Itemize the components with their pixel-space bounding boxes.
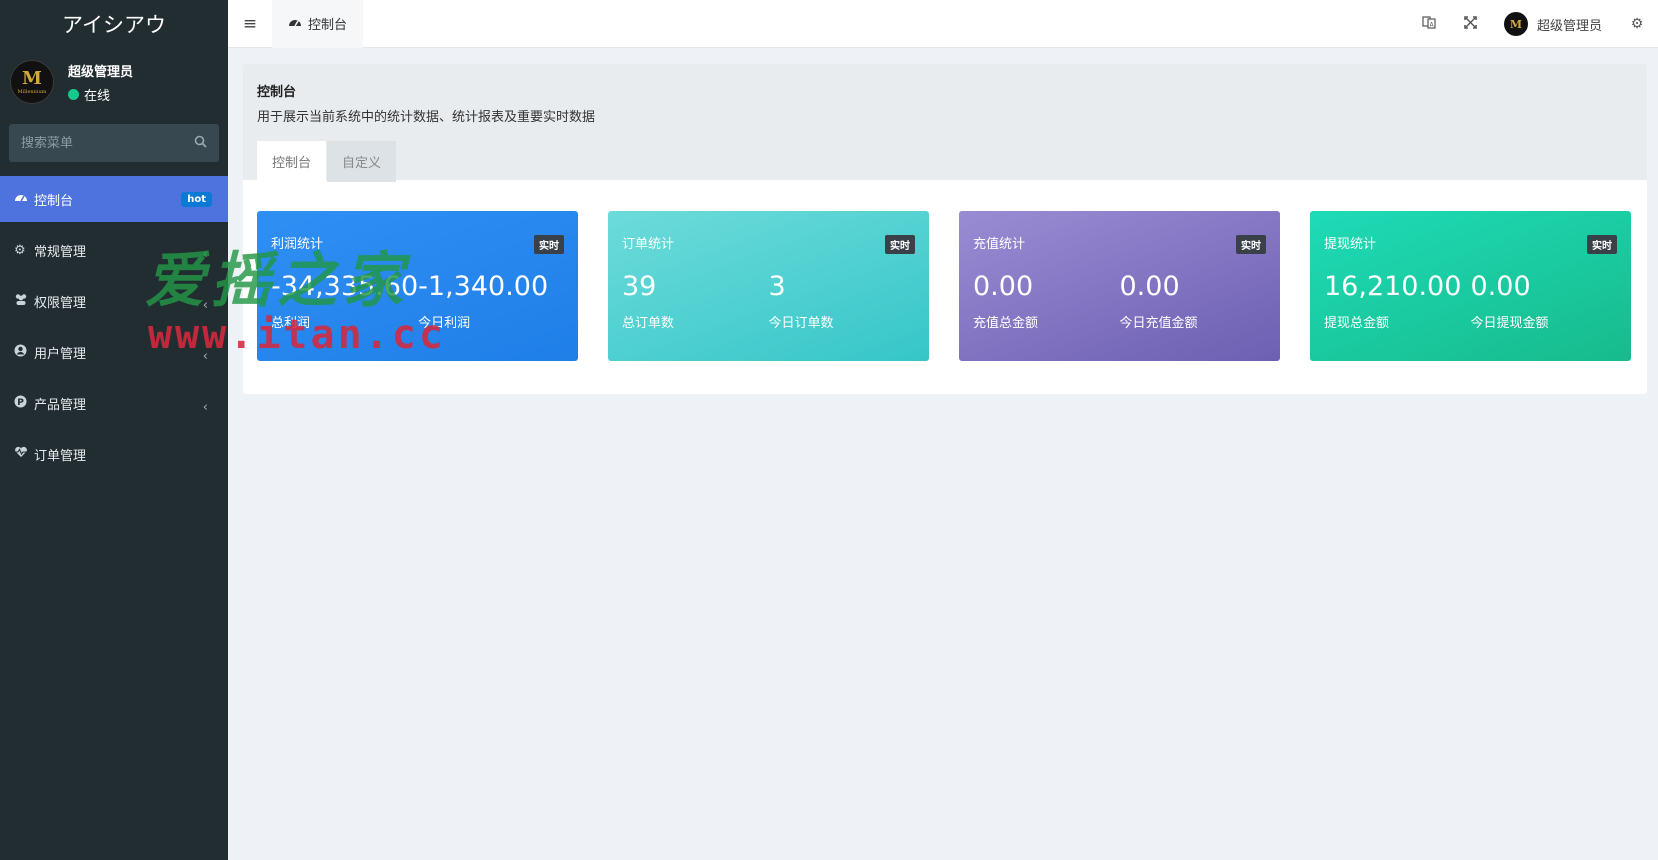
translate-icon[interactable]: A — [1408, 15, 1450, 33]
card-title: 订单统计 — [622, 237, 675, 252]
realtime-badge: 实时 — [1236, 235, 1266, 254]
sidebar: アイシアウ M Millennium 超级管理员 在线 控制台 hot ⚙ — [0, 0, 228, 860]
tab-console[interactable]: 控制台 — [257, 141, 327, 182]
page-title: 控制台 — [257, 85, 297, 100]
search-icon[interactable] — [194, 135, 207, 152]
card-value: -1,340.00 — [418, 271, 549, 302]
card-value: 0.00 — [973, 271, 1034, 302]
page-description: 用于展示当前系统中的统计数据、统计报表及重要实时数据 — [257, 110, 596, 125]
withdraw-stat-card: 提现统计 实时 16,210.00 提现总金额 0.00 今日提现金额 — [1310, 211, 1631, 361]
settings-icon[interactable]: ⚙ — [1616, 16, 1658, 32]
sidebar-item-label: 订单管理 — [34, 448, 87, 464]
top-navbar: ≡ 控制台 A M 超级管理员 ⚙ — [228, 0, 1658, 48]
realtime-badge: 实时 — [885, 235, 915, 254]
tab-label: 控制台 — [308, 18, 348, 33]
search-input[interactable] — [21, 135, 181, 151]
tab-custom[interactable]: 自定义 — [327, 141, 397, 182]
main-content: 控制台 用于展示当前系统中的统计数据、统计报表及重要实时数据 控制台 自定义 利… — [243, 64, 1647, 394]
svg-text:P: P — [17, 397, 24, 407]
realtime-badge: 实时 — [1587, 235, 1617, 254]
panel-header: 控制台 用于展示当前系统中的统计数据、统计报表及重要实时数据 控制台 自定义 — [243, 64, 1647, 182]
sidebar-item-label: 权限管理 — [34, 295, 87, 311]
avatar-sub: Millennium — [17, 88, 47, 95]
card-label: 总订单数 — [622, 316, 675, 331]
heartbeat-icon — [14, 446, 34, 462]
user-panel: M Millennium 超级管理员 在线 — [0, 48, 228, 116]
fullscreen-icon[interactable] — [1450, 15, 1492, 33]
avatar-text: M — [22, 67, 42, 89]
avatar: M — [1503, 12, 1528, 36]
sidebar-item-label: 控制台 — [34, 193, 74, 209]
card-label: 今日充值金额 — [1119, 316, 1198, 331]
card-value: 16,210.00 — [1324, 271, 1462, 302]
card-value: 0.00 — [1119, 271, 1180, 302]
online-dot-icon — [68, 88, 79, 100]
card-label: 今日提现金额 — [1470, 316, 1549, 331]
menu-toggle-icon[interactable]: ≡ — [228, 14, 272, 34]
stats-panel: 利润统计 实时 -34,335.60 总利润 -1,340.00 今日利润 订单… — [243, 180, 1647, 394]
tab-dashboard[interactable]: 控制台 — [272, 0, 364, 48]
watermark-logo: 爱摇之家 — [145, 246, 409, 316]
search-box — [9, 124, 219, 162]
card-label: 今日订单数 — [768, 316, 834, 331]
realtime-badge: 实时 — [534, 235, 564, 254]
app-title[interactable]: アイシアウ — [0, 0, 228, 48]
panel-tabs: 控制台 自定义 — [257, 141, 1633, 182]
dashboard-icon — [288, 16, 302, 31]
top-right-tools: A M 超级管理员 ⚙ — [1408, 0, 1658, 48]
card-value: 3 — [768, 271, 786, 302]
avatar: M Millennium — [10, 60, 54, 104]
card-label: 充值总金额 — [973, 316, 1039, 331]
hot-badge: hot — [181, 191, 212, 207]
chevron-left-icon: ‹ — [202, 400, 208, 415]
watermark-url: www.itan.cc — [148, 312, 446, 358]
card-title: 提现统计 — [1324, 237, 1377, 252]
dashboard-icon — [14, 191, 34, 207]
recharge-stat-card: 充值统计 实时 0.00 充值总金额 0.00 今日充值金额 — [959, 211, 1280, 361]
user-name: 超级管理员 — [68, 64, 134, 80]
top-user-name: 超级管理员 — [1536, 18, 1602, 34]
cogs-icon: ⚙ — [14, 242, 26, 258]
product-p-icon: P — [14, 395, 34, 412]
sidebar-item-label: 常规管理 — [34, 244, 87, 260]
user-circle-icon — [14, 344, 34, 361]
sidebar-item-orders[interactable]: 订单管理 — [0, 431, 228, 477]
card-label: 提现总金额 — [1324, 316, 1390, 331]
users-icon — [14, 293, 34, 309]
user-status-text: 在线 — [84, 88, 111, 104]
card-title: 充值统计 — [973, 237, 1026, 252]
card-value: 0.00 — [1470, 271, 1531, 302]
sidebar-item-label: 用户管理 — [34, 346, 87, 362]
top-user-menu[interactable]: M 超级管理员 — [1503, 12, 1602, 36]
card-value: 39 — [622, 271, 657, 302]
sidebar-item-dashboard[interactable]: 控制台 hot — [0, 176, 228, 222]
order-stat-card: 订单统计 实时 39 总订单数 3 今日订单数 — [608, 211, 929, 361]
user-status: 在线 — [68, 85, 133, 104]
sidebar-item-label: 产品管理 — [34, 397, 87, 413]
sidebar-item-products[interactable]: P 产品管理 ‹ — [0, 380, 228, 426]
